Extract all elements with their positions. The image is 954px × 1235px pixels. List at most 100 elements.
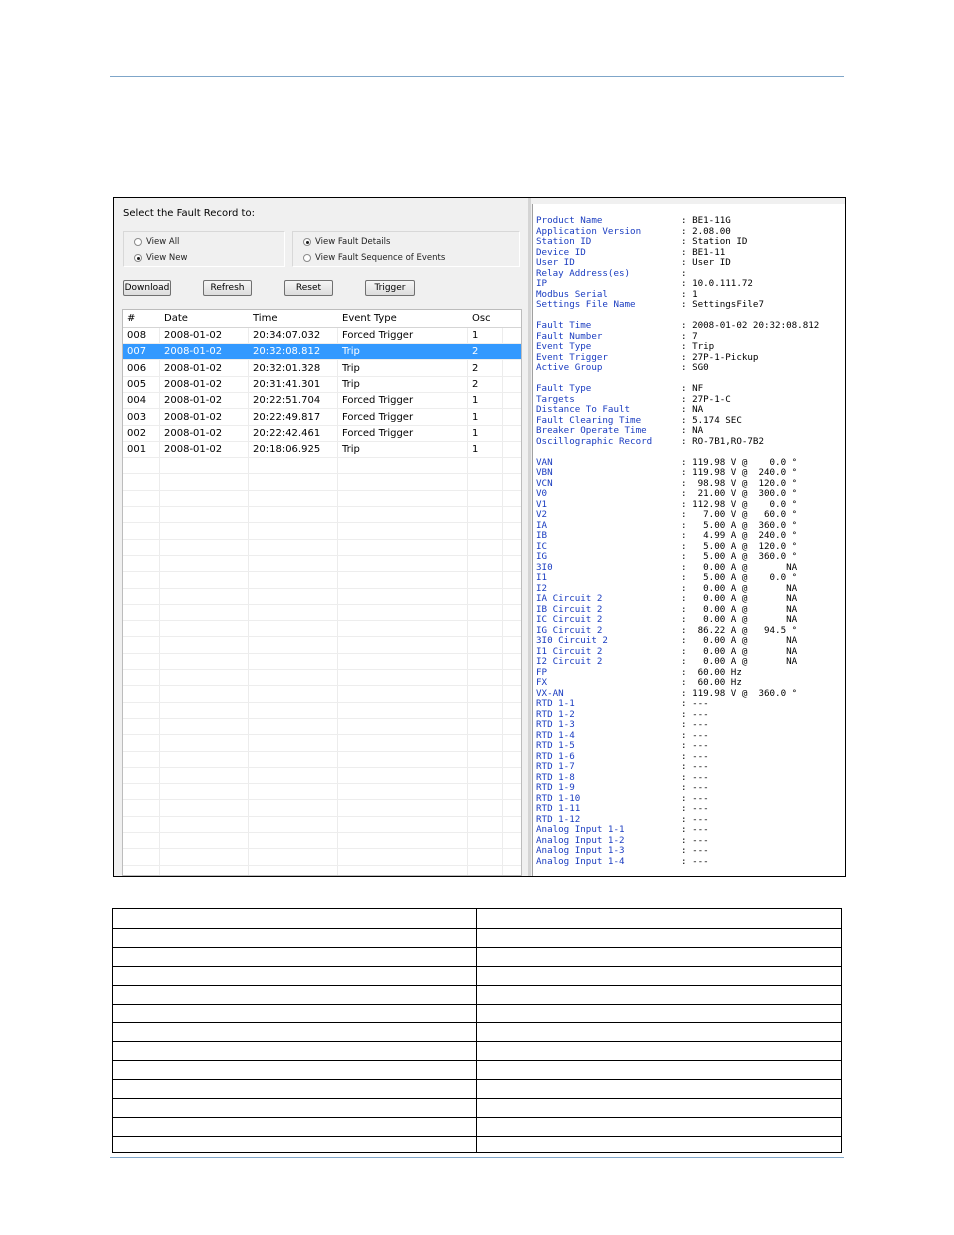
detail-value: : 98.98 V @ 120.0 ° <box>681 477 798 489</box>
cell-time: 20:22:49.817 <box>253 411 321 423</box>
empty-row <box>123 850 521 866</box>
column-header-osc[interactable]: Osc <box>472 313 491 324</box>
detail-line: IP: 10.0.111.72 <box>536 278 819 290</box>
reset-button[interactable]: Reset <box>284 280 333 296</box>
fault-record-grid[interactable]: # Date Time Event Type Osc 008 2008-01-02… <box>122 309 522 876</box>
table-row-line <box>113 1022 841 1024</box>
table-row[interactable]: 001 2008-01-02 20:18:06.925 Trip 1 <box>123 442 521 459</box>
detail-value: : --- <box>681 803 709 814</box>
detail-line: Settings File Name: SettingsFile7 <box>536 299 819 311</box>
detail-line: RTD 1-5: --- <box>536 740 819 752</box>
cell-date: 2008-01-02 <box>164 427 223 439</box>
detail-label: User ID <box>536 257 575 268</box>
detail-line: Distance To Fault: NA <box>536 404 819 416</box>
column-header-date[interactable]: Date <box>164 313 188 324</box>
detail-value: : 2008-01-02 20:32:08.812 <box>681 320 820 331</box>
detail-value: : 27P-1-C <box>681 393 731 405</box>
detail-line: RTD 1-7: --- <box>536 761 819 773</box>
detail-value: : --- <box>681 855 709 867</box>
table-row[interactable]: 005 2008-01-02 20:31:41.301 Trip 2 <box>123 377 521 393</box>
detail-label: Analog Input 1-3 <box>536 845 625 856</box>
detail-line: FP: 60.00 Hz <box>536 666 819 679</box>
cell-osc: 2 <box>472 378 479 390</box>
detail-value: : 86.22 A @ 94.5 ° <box>681 624 798 636</box>
view-fault-details-radio[interactable] <box>303 238 311 246</box>
detail-label: VAN <box>536 456 553 468</box>
detail-line: Analog Input 1-4: --- <box>536 855 819 868</box>
cell-event: Forced Trigger <box>342 411 414 423</box>
detail-label: VCN <box>536 477 553 489</box>
table-row[interactable]: 006 2008-01-02 20:32:01.328 Trip 2 <box>123 361 521 377</box>
empty-row <box>123 573 521 589</box>
view-sequence-of-events-option[interactable]: View Fault Sequence of Events <box>303 253 445 263</box>
detail-value: : --- <box>681 834 709 846</box>
detail-value: : 7.00 V @ 60.0 ° <box>681 509 798 520</box>
cell-num: 006 <box>127 362 147 374</box>
view-all-option[interactable]: View All <box>134 237 179 247</box>
detail-label: Active Group <box>536 362 603 373</box>
empty-row <box>123 670 521 687</box>
detail-value: : 5.174 SEC <box>681 414 742 426</box>
cell-event: Trip <box>342 362 360 374</box>
empty-row <box>123 752 521 768</box>
detail-value: : 0.00 A @ NA <box>681 582 798 594</box>
column-header-number[interactable]: # <box>127 313 135 324</box>
cell-date: 2008-01-02 <box>164 444 223 456</box>
detail-label: I1 <box>536 572 548 583</box>
detail-line: Analog Input 1-3: --- <box>536 845 819 857</box>
detail-value: : RO-7B1,RO-7B2 <box>681 435 764 447</box>
detail-line: Breaker Operate Time: NA <box>536 425 819 437</box>
cell-num: 008 <box>127 330 147 341</box>
empty-row <box>123 605 521 622</box>
refresh-button[interactable]: Refresh <box>203 280 252 296</box>
view-new-radio[interactable] <box>134 254 142 262</box>
detail-line: Active Group: SG0 <box>536 362 819 374</box>
cell-osc: 1 <box>472 395 479 407</box>
table-row-line <box>113 1041 841 1043</box>
detail-line: Fault Type: NF <box>536 383 819 395</box>
fault-record-screenshot: Select the Fault Record to: View All Vie… <box>113 197 846 877</box>
detail-label: RTD 1-1 <box>536 698 575 709</box>
panel-divider[interactable] <box>528 198 531 876</box>
table-row-line <box>113 1060 841 1062</box>
table-row[interactable]: 003 2008-01-02 20:22:49.817 Forced Trigger 1 <box>123 410 521 426</box>
detail-label: IC <box>536 540 548 552</box>
detail-value: : 5.00 A @ 360.0 ° <box>681 519 798 531</box>
cell-date: 2008-01-02 <box>164 395 223 407</box>
table-row-line <box>113 1135 841 1137</box>
view-all-radio[interactable] <box>134 238 142 246</box>
trigger-button[interactable]: Trigger <box>365 280 415 296</box>
detail-label: V0 <box>536 488 548 499</box>
table-row[interactable]: 002 2008-01-02 20:22:42.461 Forced Trigger 1 <box>123 426 521 442</box>
view-new-option[interactable]: View New <box>134 253 187 263</box>
view-fault-details-option[interactable]: View Fault Details <box>303 237 390 247</box>
empty-row <box>123 458 521 475</box>
detail-value: : 119.98 V @ 0.0 ° <box>681 456 798 468</box>
detail-label: Distance To Fault <box>536 404 631 415</box>
column-header-time[interactable]: Time <box>253 313 277 324</box>
cell-osc: 1 <box>472 411 479 423</box>
detail-line: Station ID: Station ID <box>536 236 819 248</box>
empty-row <box>123 719 521 736</box>
detail-label: Relay Address(es) <box>536 267 631 279</box>
cell-date: 2008-01-02 <box>164 362 223 374</box>
cell-osc: 1 <box>472 427 479 439</box>
detail-value: : --- <box>681 771 709 783</box>
detail-value: : 7 <box>681 330 698 342</box>
table-row-line <box>113 1079 841 1081</box>
cell-event: Forced Trigger <box>342 395 414 407</box>
view-fault-details-label: View Fault Details <box>315 237 391 247</box>
view-sequence-of-events-radio[interactable] <box>303 254 311 262</box>
cell-event: Trip <box>342 444 360 456</box>
detail-value: : 60.00 Hz <box>681 666 742 678</box>
column-header-event-type[interactable]: Event Type <box>342 313 397 324</box>
table-row[interactable]: 007 2008-01-02 20:32:08.812 Trip 2 <box>123 344 521 361</box>
download-button[interactable]: Download <box>123 280 171 296</box>
detail-value: : Station ID <box>681 236 748 247</box>
table-row[interactable]: 004 2008-01-02 20:22:51.704 Forced Trigger 1 <box>123 393 521 410</box>
table-row[interactable]: 008 2008-01-02 20:34:07.032 Forced Trigger 1 <box>123 328 521 344</box>
detail-line: RTD 1-6: --- <box>536 751 819 763</box>
detail-value: : 60.00 Hz <box>681 677 742 688</box>
detail-value: : 112.98 V @ 0.0 ° <box>681 498 798 510</box>
detail-label: IA Circuit 2 <box>536 593 603 604</box>
